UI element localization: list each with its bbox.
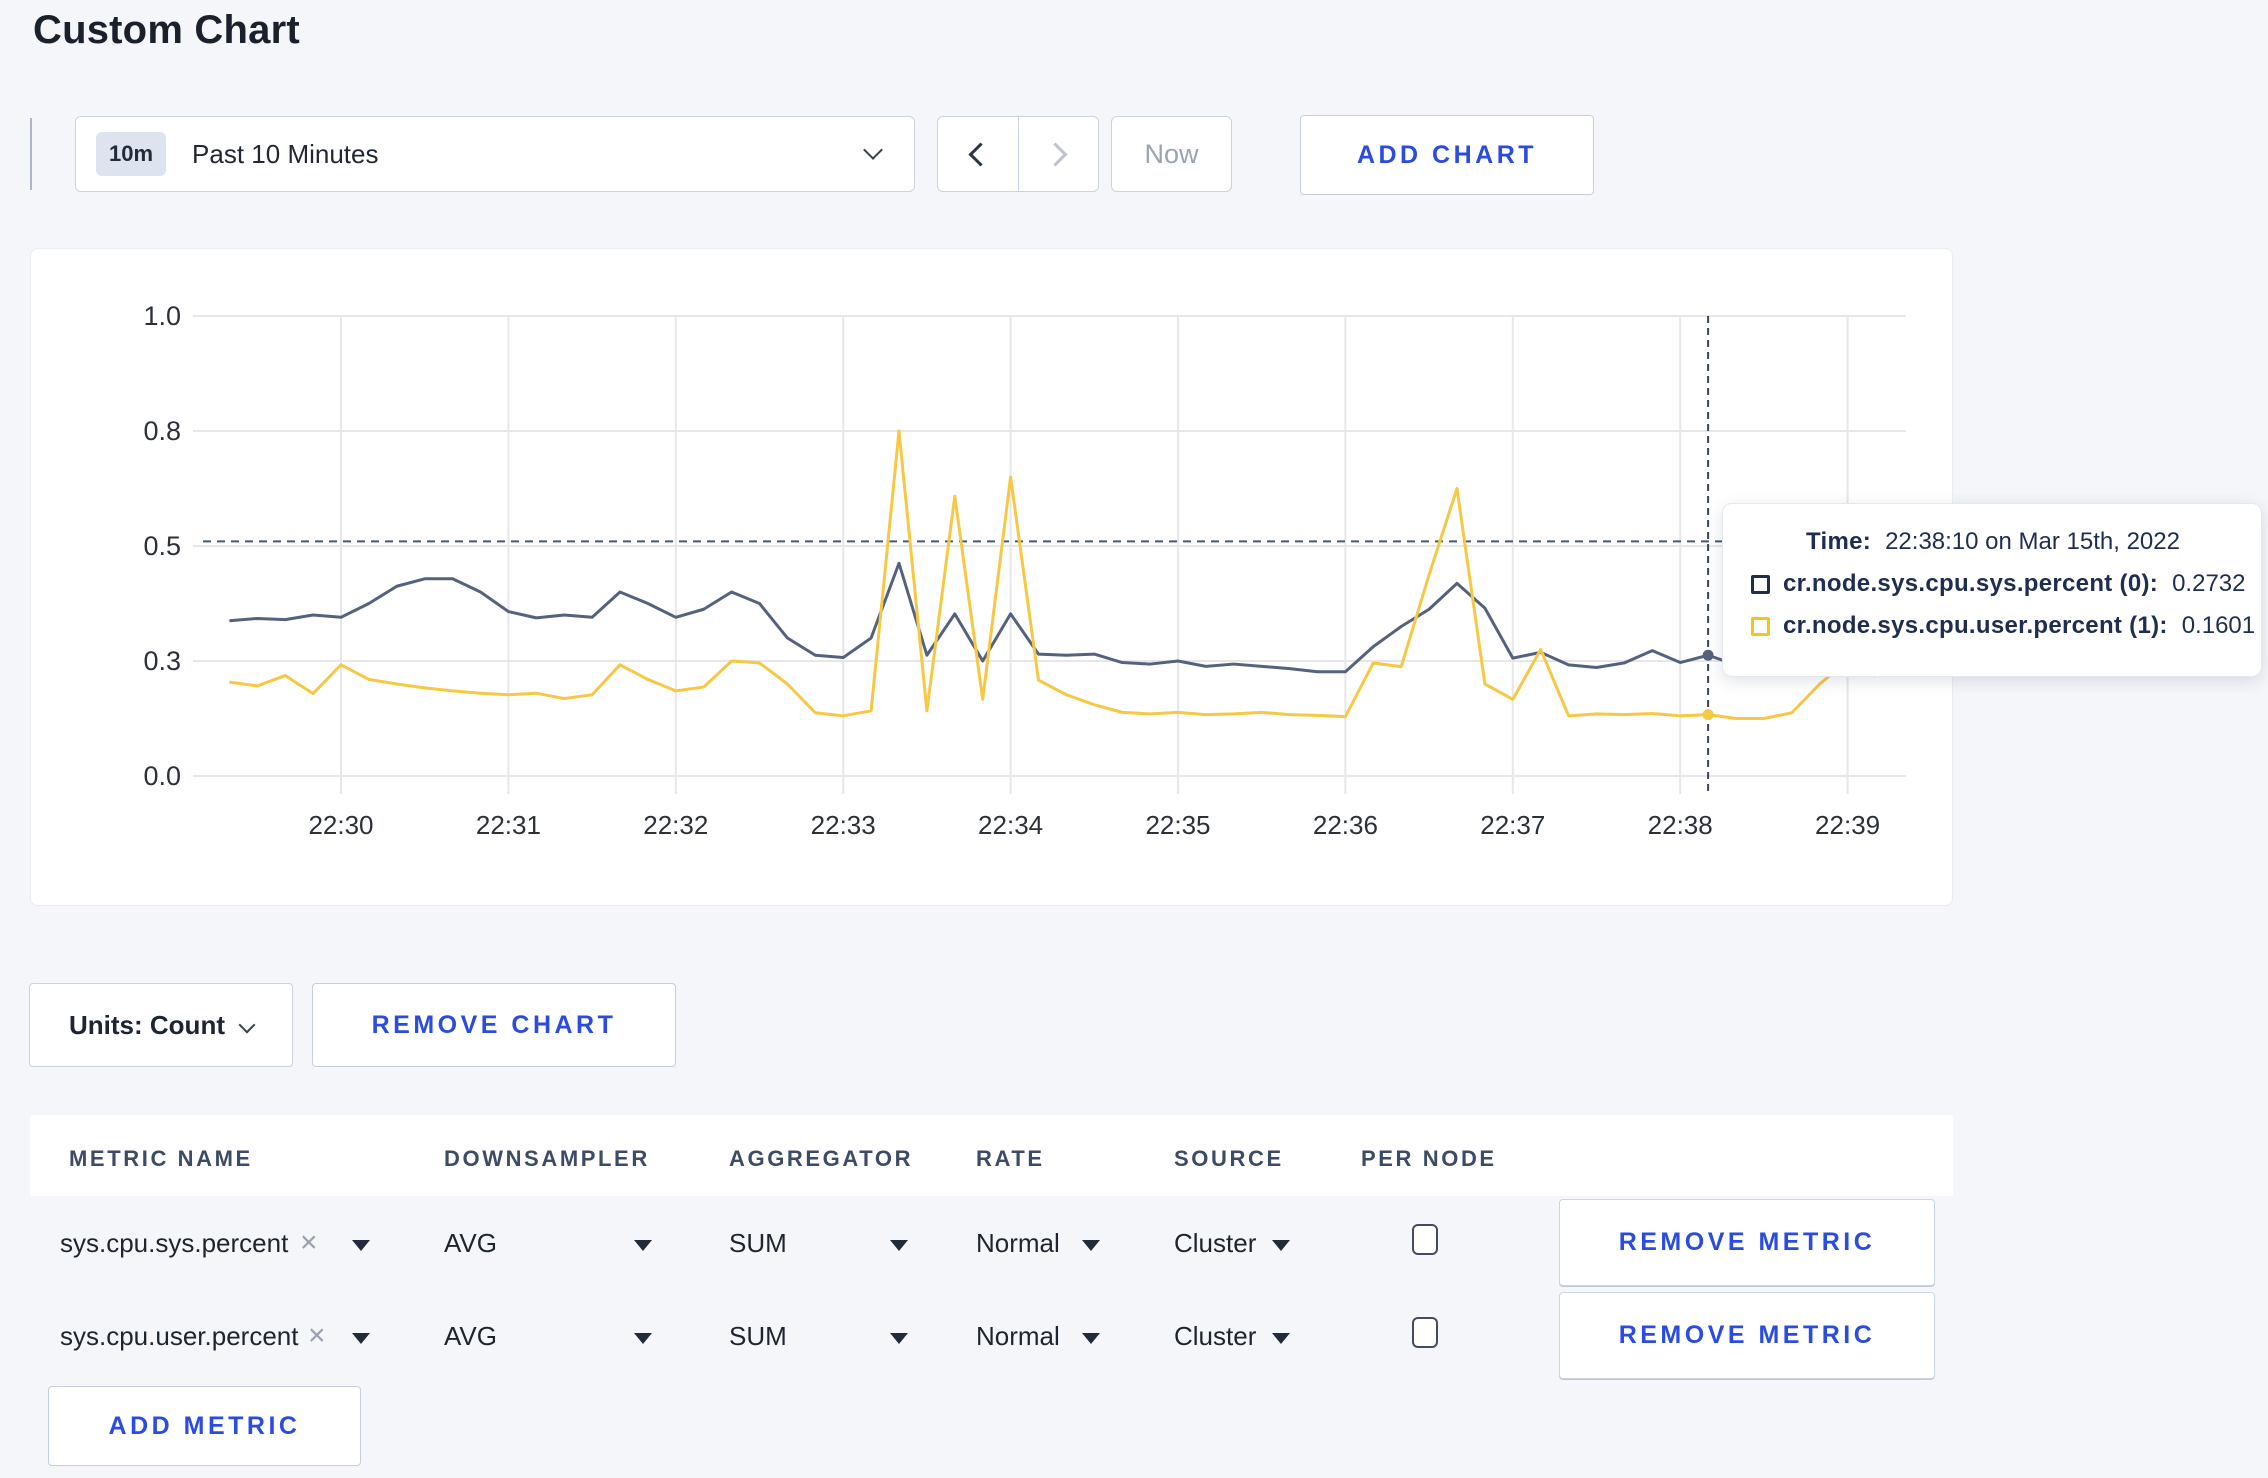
aggregator-caret-icon[interactable] — [890, 1240, 908, 1251]
col-header-source: SOURCE — [1174, 1146, 1284, 1171]
aggregator-select[interactable]: SUM — [729, 1228, 787, 1259]
time-nav-group — [937, 116, 1099, 192]
svg-text:22:33: 22:33 — [811, 810, 876, 840]
downsampler-select[interactable]: AVG — [444, 1321, 497, 1352]
chart-tooltip: Time: 22:38:10 on Mar 15th, 2022 cr.node… — [1722, 503, 2262, 677]
tooltip-time-value: 22:38:10 on Mar 15th, 2022 — [1885, 528, 2180, 555]
chart-card[interactable]: 0.0 0.3 0.5 0.8 1.0 22:30 22:31 22:32 22:33 22:34… — [30, 248, 1953, 906]
prev-time-button[interactable] — [938, 117, 1019, 191]
downsampler-caret-icon[interactable] — [634, 1333, 652, 1344]
units-label: Units: Count — [69, 1009, 225, 1040]
svg-text:22:39: 22:39 — [1815, 810, 1880, 840]
tooltip-series-value: 0.2732 — [2172, 570, 2246, 597]
metric-name-value[interactable]: sys.cpu.user.percent — [60, 1321, 298, 1352]
series-sys-swatch-icon — [1751, 574, 1770, 594]
rate-caret-icon[interactable] — [1082, 1240, 1100, 1251]
chevron-down-icon — [238, 1016, 256, 1034]
per-node-checkbox[interactable] — [1412, 1317, 1438, 1348]
svg-text:0.5: 0.5 — [143, 531, 181, 561]
svg-text:0.0: 0.0 — [143, 761, 181, 791]
svg-text:22:38: 22:38 — [1648, 810, 1713, 840]
remove-metric-x-icon[interactable]: × — [300, 1226, 318, 1260]
time-range-label: Past 10 Minutes — [192, 138, 379, 169]
svg-text:22:34: 22:34 — [978, 810, 1043, 840]
rate-select[interactable]: Normal — [976, 1321, 1060, 1352]
svg-text:0.3: 0.3 — [143, 646, 181, 676]
remove-chart-button[interactable]: REMOVE CHART — [312, 983, 676, 1067]
col-header-downsampler: DOWNSAMPLER — [444, 1146, 650, 1171]
svg-text:22:32: 22:32 — [643, 810, 708, 840]
timeseries-chart[interactable]: 0.0 0.3 0.5 0.8 1.0 22:30 22:31 22:32 22:33 22:34… — [31, 249, 1954, 907]
tooltip-series-label: cr.node.sys.cpu.sys.percent (0): — [1783, 570, 2159, 597]
source-select[interactable]: Cluster — [1174, 1228, 1256, 1259]
col-header-metric-name: METRIC NAME — [69, 1146, 253, 1171]
svg-text:22:37: 22:37 — [1480, 810, 1545, 840]
svg-text:22:30: 22:30 — [308, 810, 373, 840]
svg-text:22:31: 22:31 — [476, 810, 541, 840]
source-caret-icon[interactable] — [1272, 1333, 1290, 1344]
downsampler-select[interactable]: AVG — [444, 1228, 497, 1259]
source-caret-icon[interactable] — [1272, 1240, 1290, 1251]
metric-name-caret-icon[interactable] — [352, 1240, 370, 1251]
tooltip-series-label: cr.node.sys.cpu.user.percent (1): — [1783, 612, 2168, 639]
now-button[interactable]: Now — [1111, 116, 1232, 192]
add-metric-button[interactable]: ADD METRIC — [48, 1386, 361, 1466]
chevron-right-icon — [1043, 141, 1068, 167]
svg-text:0.8: 0.8 — [143, 416, 181, 446]
aggregator-caret-icon[interactable] — [890, 1333, 908, 1344]
col-header-rate: RATE — [976, 1146, 1045, 1171]
remove-metric-button[interactable]: REMOVE METRIC — [1559, 1199, 1935, 1286]
aggregator-select[interactable]: SUM — [729, 1321, 787, 1352]
tooltip-series-value: 0.1601 — [2181, 612, 2256, 639]
toolbar-divider — [30, 118, 32, 190]
rate-caret-icon[interactable] — [1082, 1333, 1100, 1344]
time-range-badge: 10m — [96, 132, 167, 176]
chevron-down-icon — [863, 140, 883, 160]
chevron-left-icon — [968, 141, 993, 167]
units-dropdown[interactable]: Units: Count — [29, 983, 293, 1067]
add-chart-button[interactable]: ADD CHART — [1300, 115, 1594, 195]
time-range-dropdown[interactable]: 10m Past 10 Minutes — [75, 116, 915, 192]
col-header-aggregator: AGGREGATOR — [729, 1146, 914, 1171]
next-time-button[interactable] — [1019, 117, 1099, 191]
rate-select[interactable]: Normal — [976, 1228, 1060, 1259]
svg-text:22:35: 22:35 — [1145, 810, 1210, 840]
svg-text:1.0: 1.0 — [143, 301, 181, 331]
col-header-per-node: PER NODE — [1361, 1146, 1497, 1171]
remove-metric-button[interactable]: REMOVE METRIC — [1559, 1292, 1935, 1379]
per-node-checkbox[interactable] — [1412, 1224, 1438, 1255]
remove-metric-x-icon[interactable]: × — [308, 1319, 326, 1353]
metric-name-caret-icon[interactable] — [352, 1333, 370, 1344]
source-select[interactable]: Cluster — [1174, 1321, 1256, 1352]
series-user-swatch-icon — [1751, 616, 1770, 636]
svg-text:22:36: 22:36 — [1313, 810, 1378, 840]
metric-name-value[interactable]: sys.cpu.sys.percent — [60, 1228, 288, 1259]
page-title: Custom Chart — [33, 8, 300, 52]
downsampler-caret-icon[interactable] — [634, 1240, 652, 1251]
tooltip-time-label: Time: — [1806, 528, 1872, 555]
